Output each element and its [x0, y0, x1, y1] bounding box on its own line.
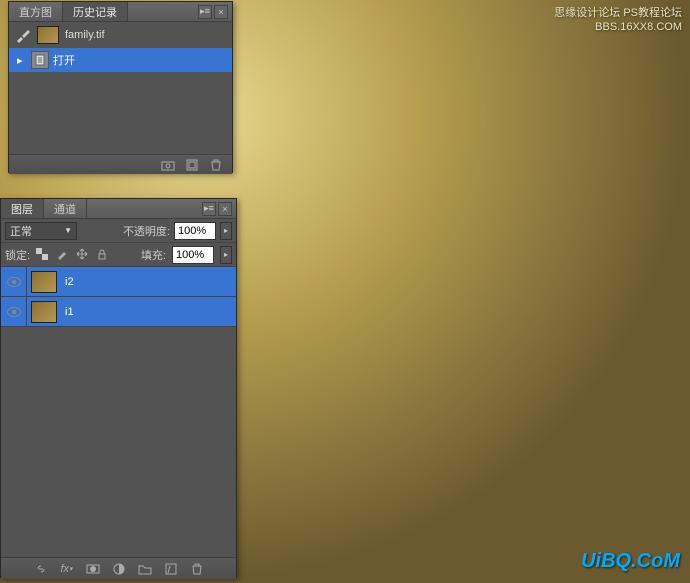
opacity-label: 不透明度:	[123, 223, 170, 239]
trash-icon[interactable]	[208, 157, 224, 173]
fill-label: 填充:	[141, 247, 166, 263]
layer-thumbnail	[31, 301, 57, 323]
history-titlebar-right: ▸≡ ×	[198, 5, 232, 19]
history-doc-thumbnail	[37, 26, 59, 44]
layer-row-i1[interactable]: i1	[1, 297, 236, 327]
layers-panel: 图层 通道 ▸≡ × 正常 ▼ 不透明度: 100% ▸ 锁定: 填充: 100…	[0, 198, 237, 578]
history-item-open[interactable]: ▸ 打开	[9, 48, 232, 72]
blend-mode-value: 正常	[10, 223, 32, 239]
layers-titlebar: 图层 通道 ▸≡ ×	[1, 199, 236, 219]
tab-channels[interactable]: 通道	[44, 199, 87, 218]
layers-footer: fx▾	[1, 557, 236, 579]
chevron-down-icon: ▼	[64, 226, 72, 235]
new-snapshot-icon[interactable]	[184, 157, 200, 173]
history-current-icon: ▸	[17, 54, 27, 67]
lock-transparent-icon[interactable]	[36, 248, 50, 262]
layer-name: i1	[61, 306, 74, 318]
panel-menu-icon[interactable]: ▸≡	[202, 202, 216, 216]
layer-name: i2	[61, 276, 74, 288]
visibility-toggle[interactable]	[1, 267, 27, 296]
eye-icon	[7, 277, 21, 287]
fill-slider-icon[interactable]: ▸	[220, 246, 232, 264]
new-layer-icon[interactable]	[163, 561, 179, 577]
close-icon[interactable]: ×	[214, 5, 228, 19]
layer-list: i2 i1	[1, 267, 236, 557]
history-footer	[9, 154, 232, 174]
tab-history[interactable]: 历史记录	[63, 2, 128, 21]
watermark-bottom-right: UiBQ.CoM	[581, 550, 680, 573]
watermark-top-right: 思缘设计论坛 PS教程论坛 BBS.16XX8.COM	[554, 6, 682, 34]
eye-icon	[7, 307, 21, 317]
brush-icon	[15, 27, 31, 43]
layer-locks-row: 锁定: 填充: 100% ▸	[1, 243, 236, 267]
history-body: family.tif ▸ 打开	[9, 22, 232, 154]
trash-icon[interactable]	[189, 561, 205, 577]
history-doc-name: family.tif	[65, 29, 105, 41]
layer-thumbnail	[31, 271, 57, 293]
watermark-line2: BBS.16XX8.COM	[554, 20, 682, 34]
history-item-label: 打开	[53, 52, 232, 68]
close-icon[interactable]: ×	[218, 202, 232, 216]
mask-icon[interactable]	[85, 561, 101, 577]
group-icon[interactable]	[137, 561, 153, 577]
fill-field[interactable]: 100%	[172, 246, 214, 264]
history-titlebar: 直方图 历史记录 ▸≡ ×	[9, 2, 232, 22]
panel-menu-icon[interactable]: ▸≡	[198, 5, 212, 19]
lock-brush-icon[interactable]	[56, 248, 70, 262]
lock-move-icon[interactable]	[76, 248, 90, 262]
opacity-slider-icon[interactable]: ▸	[220, 222, 232, 240]
layer-options-row: 正常 ▼ 不透明度: 100% ▸	[1, 219, 236, 243]
history-document-row[interactable]: family.tif	[9, 22, 232, 48]
tab-histogram[interactable]: 直方图	[9, 2, 63, 21]
lock-all-icon[interactable]	[96, 248, 110, 262]
layer-row-i2[interactable]: i2	[1, 267, 236, 297]
layers-titlebar-right: ▸≡ ×	[202, 202, 236, 216]
lock-label: 锁定:	[5, 247, 30, 263]
fill-value: 100%	[176, 249, 204, 261]
fx-icon[interactable]: fx▾	[59, 561, 75, 577]
history-panel: 直方图 历史记录 ▸≡ × family.tif ▸ 打开	[8, 1, 233, 173]
opacity-value: 100%	[178, 225, 206, 237]
link-icon[interactable]	[33, 561, 49, 577]
watermark-line1: 思缘设计论坛 PS教程论坛	[554, 6, 682, 20]
opacity-field[interactable]: 100%	[174, 222, 216, 240]
tab-layers[interactable]: 图层	[1, 199, 44, 218]
adjustment-icon[interactable]	[111, 561, 127, 577]
blend-mode-select[interactable]: 正常 ▼	[5, 222, 77, 240]
document-icon	[31, 51, 49, 69]
camera-icon[interactable]	[160, 157, 176, 173]
visibility-toggle[interactable]	[1, 297, 27, 326]
